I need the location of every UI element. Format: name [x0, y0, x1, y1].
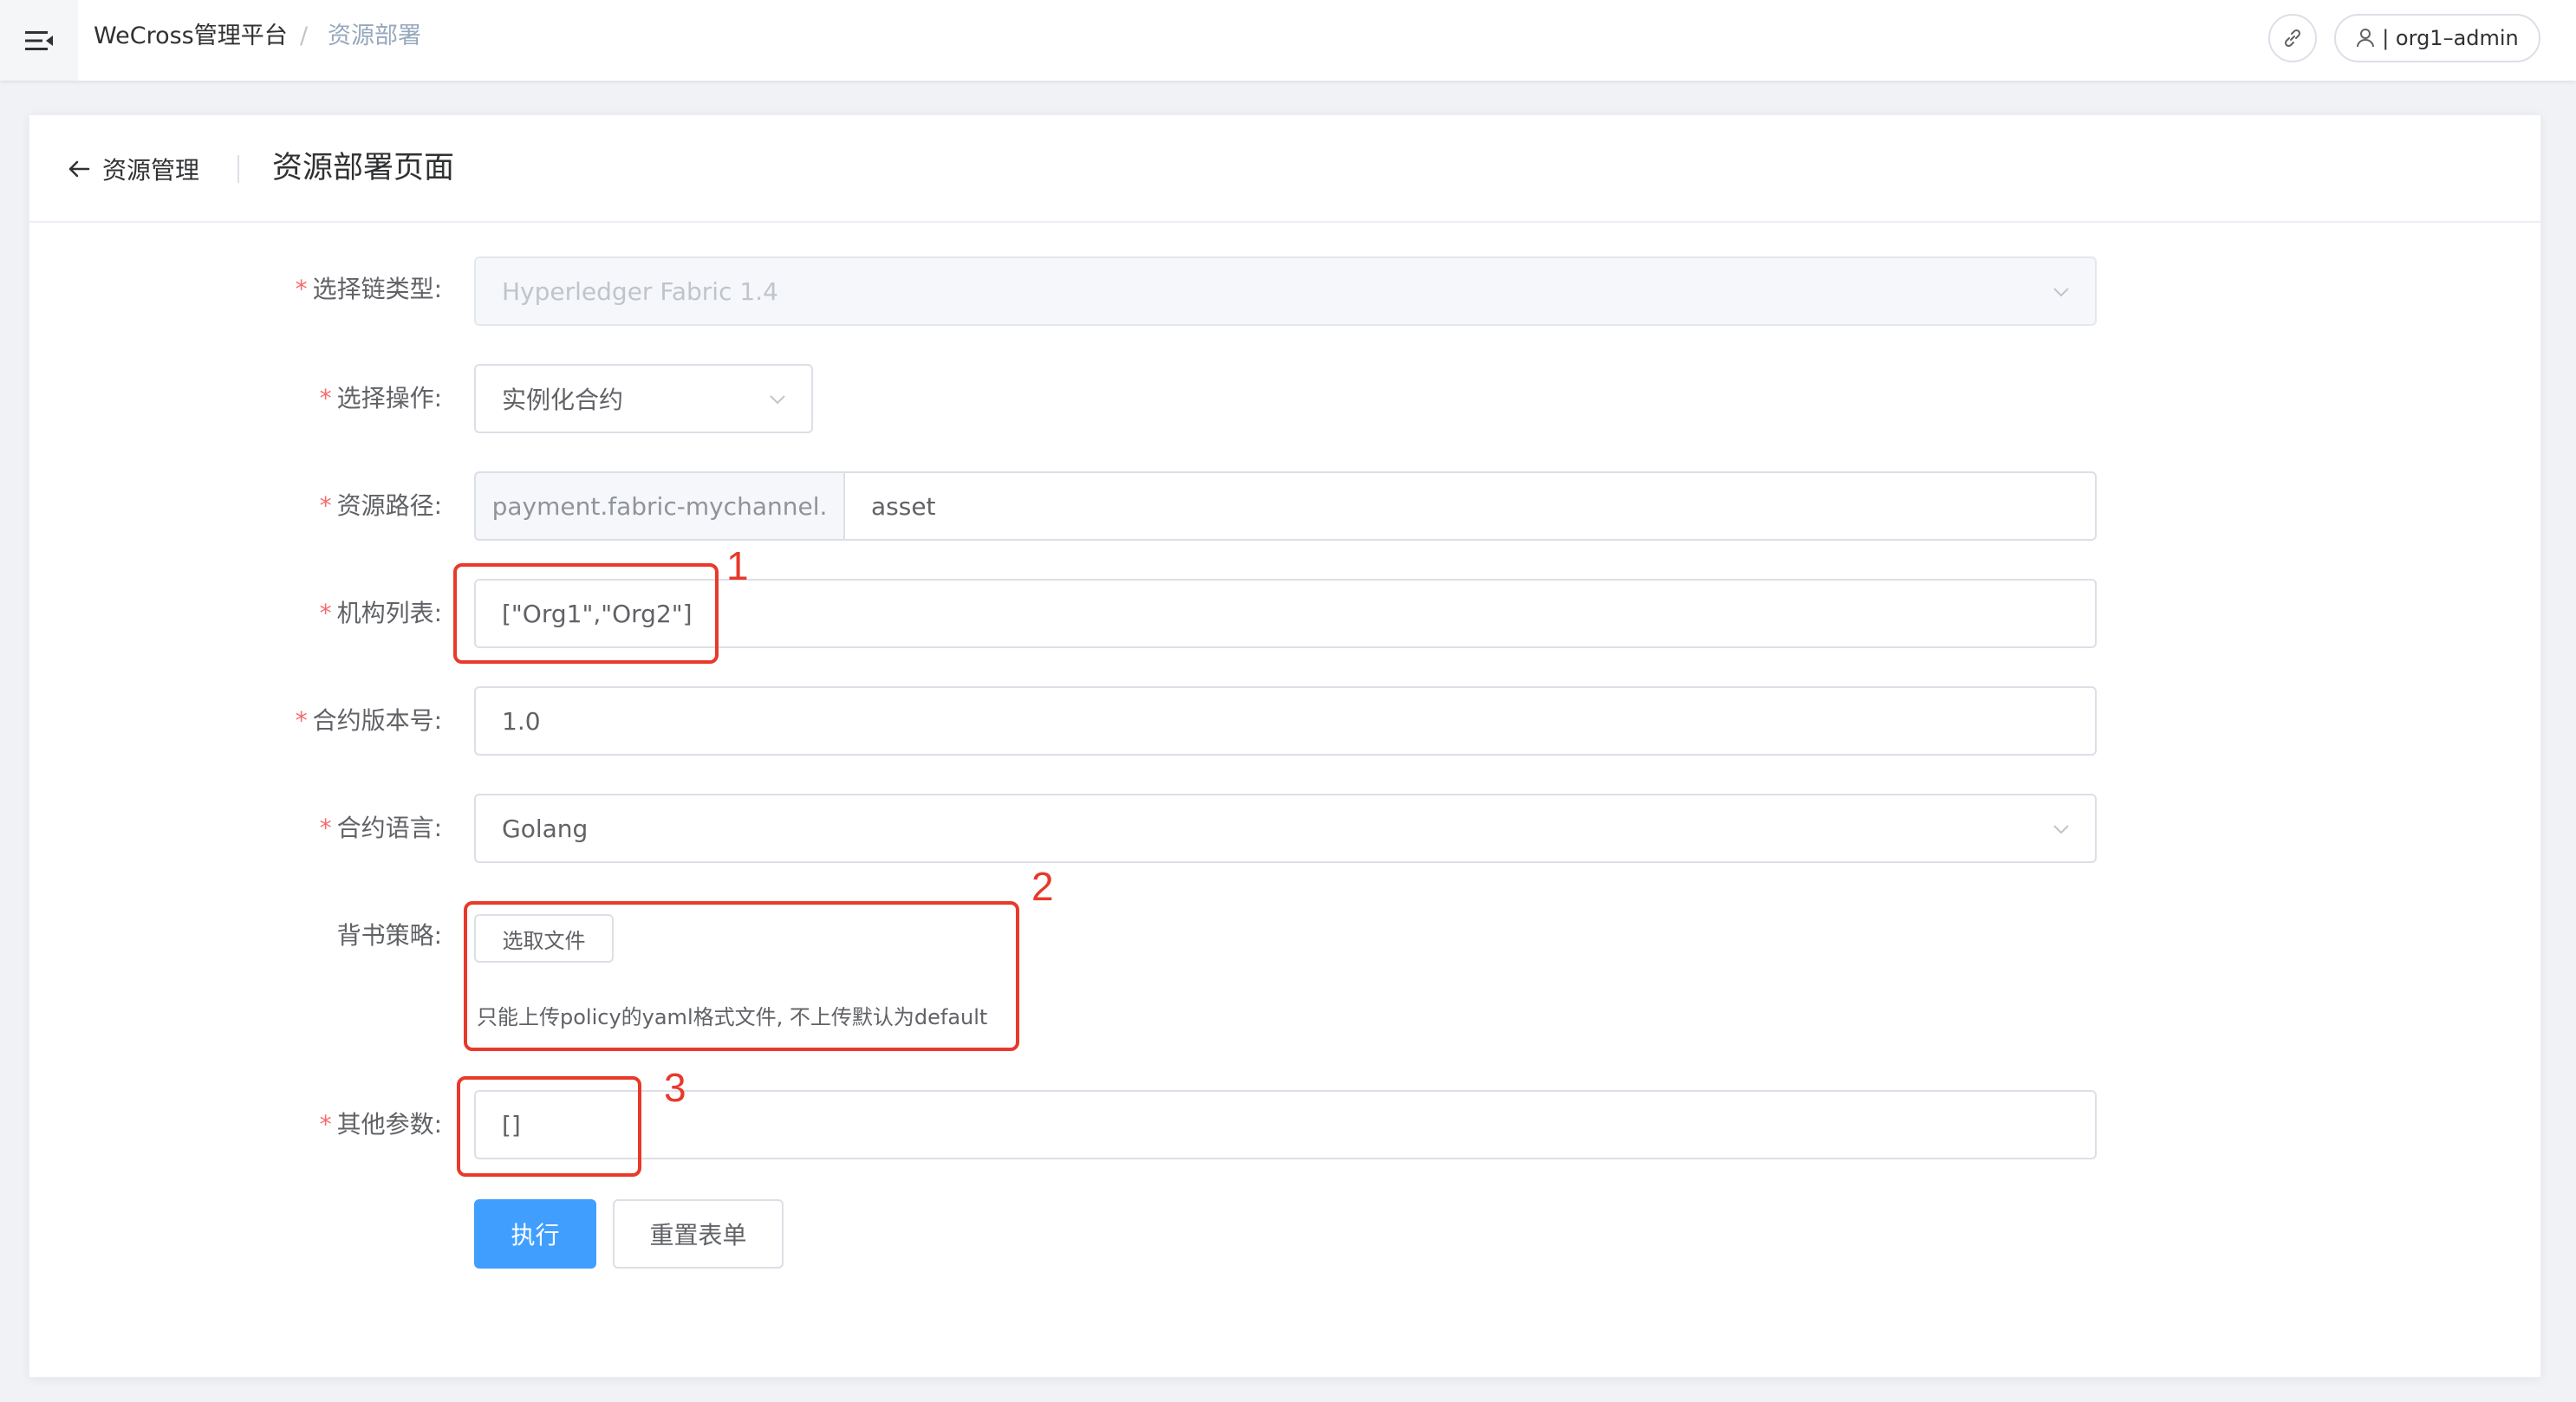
chevron-down-icon	[2053, 288, 2069, 297]
menu-fold-icon	[25, 30, 53, 50]
chain-type-value: Hyperledger Fabric 1.4	[502, 276, 778, 306]
other-params-label: * 其他参数:	[319, 1110, 442, 1139]
annotation-box-2	[464, 901, 1019, 1051]
contract-version-input[interactable]: 1.0	[474, 686, 2097, 756]
user-menu-button[interactable]: | org1–admin	[2334, 14, 2540, 62]
chevron-down-icon	[2053, 825, 2069, 834]
operation-label: * 选择操作:	[319, 384, 442, 412]
back-button[interactable]: 资源管理	[66, 152, 199, 186]
app-brand[interactable]: WeCross管理平台	[94, 21, 288, 52]
breadcrumb-separator: /	[300, 23, 309, 49]
operation-select[interactable]: 实例化合约	[474, 364, 813, 433]
chain-type-label: * 选择链类型:	[295, 275, 442, 303]
contract-language-label: * 合约语言:	[319, 814, 442, 842]
header-divider	[237, 155, 239, 183]
annotation-number-2: 2	[1031, 864, 1054, 909]
chain-type-select[interactable]: Hyperledger Fabric 1.4	[474, 256, 2097, 326]
annotation-box-3	[457, 1076, 641, 1177]
contract-language-value: Golang	[502, 814, 589, 843]
page-header: 资源管理 资源部署页面	[29, 115, 2540, 223]
annotation-number-3: 3	[664, 1065, 686, 1110]
breadcrumb-current: 资源部署	[328, 23, 421, 49]
chevron-down-icon	[770, 395, 785, 405]
execute-button[interactable]: 执行	[474, 1199, 596, 1269]
endorsement-policy-label: 背书策略:	[336, 921, 442, 950]
link-icon	[2284, 29, 2301, 48]
resource-path-prefix: payment.fabric-mychannel.	[474, 471, 843, 541]
page-title: 资源部署页面	[272, 151, 455, 185]
top-navbar: WeCross管理平台 / 资源部署 | org1–admin	[0, 0, 2576, 81]
resource-path-label: * 资源路径:	[319, 491, 442, 520]
org-list-label: * 机构列表:	[319, 599, 442, 627]
back-label: 资源管理	[102, 156, 200, 185]
annotation-box-1	[453, 563, 719, 664]
resource-path-input[interactable]: asset	[843, 471, 2097, 541]
contract-version-value: 1.0	[502, 706, 541, 736]
contract-version-label: * 合约版本号:	[295, 706, 442, 735]
menu-toggle-button[interactable]	[0, 0, 78, 81]
other-params-input[interactable]: []	[474, 1090, 2097, 1159]
arrow-left-icon	[68, 160, 90, 178]
resource-path-value: asset	[871, 491, 936, 521]
user-name: | org1–admin	[2382, 26, 2519, 50]
reset-form-button[interactable]: 重置表单	[613, 1199, 784, 1269]
link-button[interactable]	[2268, 14, 2317, 62]
contract-language-select[interactable]: Golang	[474, 794, 2097, 863]
operation-value: 实例化合约	[502, 386, 624, 414]
user-icon	[2357, 29, 2375, 48]
annotation-number-1: 1	[726, 543, 749, 588]
